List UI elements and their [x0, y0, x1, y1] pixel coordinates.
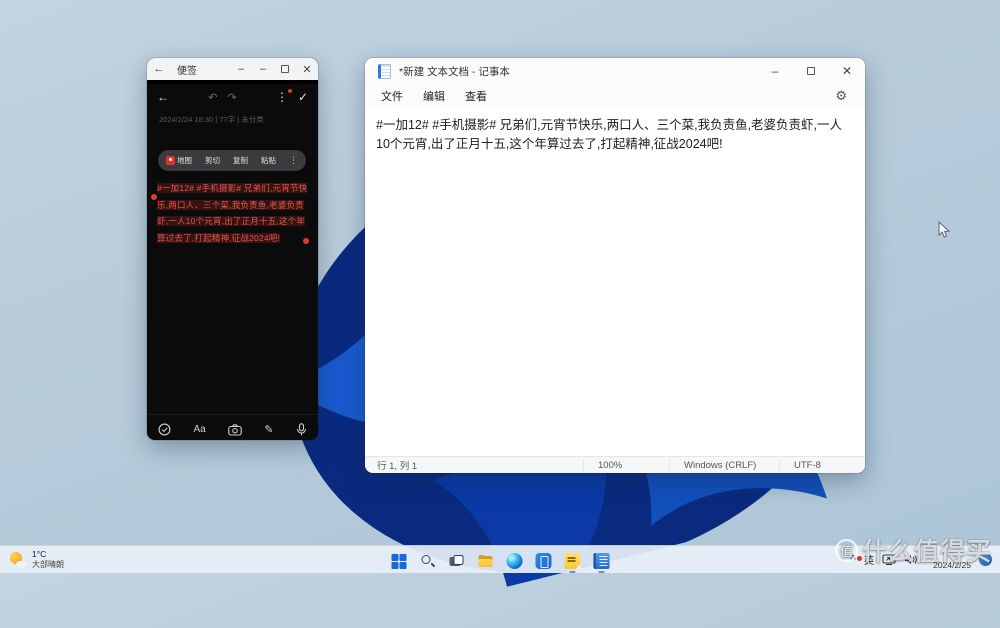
file-explorer-button[interactable]: [473, 549, 499, 573]
taskbar-center-icons: [386, 546, 615, 573]
zoom-level[interactable]: 100%: [583, 459, 669, 471]
notepad-window: *新建 文本文档 - 记事本 – ✕ 文件 编辑 查看 ⚙ #一加12# #手机…: [365, 58, 865, 473]
start-icon: [391, 553, 406, 569]
phone-screen: ← ↶ ↷ ⋮ ✓ 2024/2/24 18:30 | 77字 | 未分类 地图…: [147, 84, 318, 440]
notepad-menubar: 文件 编辑 查看 ⚙: [365, 84, 865, 108]
note-editor-appbar: ← ↶ ↷ ⋮ ✓: [147, 84, 318, 110]
notepad-journal-icon: [593, 553, 610, 569]
doodle-pen-icon[interactable]: ✎: [264, 423, 273, 436]
note-bottom-toolbar: Aa ✎: [147, 414, 318, 440]
notepad-titlebar: *新建 文本文档 - 记事本 – ✕: [365, 58, 865, 84]
minimize-button[interactable]: –: [757, 58, 793, 84]
task-view-button[interactable]: [444, 549, 470, 573]
text-format-icon[interactable]: Aa: [193, 424, 205, 435]
voice-mic-icon[interactable]: [296, 423, 307, 436]
weather-temperature: 1°C: [32, 549, 47, 560]
text-selection-menu: 地图 剪切 复制 粘贴 ⋮: [158, 150, 306, 171]
edge-icon: [506, 553, 523, 569]
weather-sun-cloud-icon: [10, 551, 28, 568]
notepad-statusbar: 行 1, 列 1 100% Windows (CRLF) UTF-8: [365, 456, 865, 473]
more-menu-icon[interactable]: ⋮: [276, 89, 292, 104]
minimize-button[interactable]: –: [252, 58, 274, 80]
note-text[interactable]: #一加12# #手机摄影# 兄弟们,元宵节快乐,两口人、三个菜,我负责鱼,老婆负…: [157, 180, 309, 246]
phone-window-titlebar: ← 便签 – – ✕: [147, 58, 318, 80]
selection-menu-paste[interactable]: 粘贴: [261, 155, 276, 166]
sticky-notes-button[interactable]: [560, 549, 586, 573]
selection-menu-copy[interactable]: 复制: [233, 155, 248, 166]
selection-menu-more-icon[interactable]: ⋮: [289, 155, 298, 166]
weather-condition: 大部晴朗: [32, 559, 64, 569]
map-app-icon: [166, 156, 175, 165]
notepad-content: #一加12# #手机摄影# 兄弟们,元宵节快乐,两口人、三个菜,我负责鱼,老婆负…: [376, 118, 843, 151]
maximize-button[interactable]: [793, 58, 829, 84]
sticky-notes-icon: [564, 553, 581, 569]
window-back-icon[interactable]: ←: [147, 63, 171, 75]
camera-icon[interactable]: [228, 423, 242, 436]
close-button[interactable]: ✕: [296, 58, 318, 80]
desktop: { "wallpaper": { "base_color": "#b7cbda"…: [0, 0, 1000, 628]
selection-handle-end[interactable]: [303, 238, 309, 244]
note-back-icon[interactable]: ←: [157, 90, 169, 104]
notepad-title: *新建 文本文档 - 记事本: [399, 65, 510, 78]
watermark-logo: 值: [834, 538, 858, 562]
collapse-button[interactable]: –: [230, 58, 252, 80]
menu-view[interactable]: 查看: [455, 85, 497, 107]
watermark-text: 什么值得买: [861, 538, 992, 566]
selection-menu-cut[interactable]: 剪切: [205, 155, 220, 166]
line-ending: Windows (CRLF): [669, 459, 779, 471]
maximize-icon: [281, 65, 289, 73]
menu-edit[interactable]: 编辑: [413, 85, 455, 107]
menu-file[interactable]: 文件: [371, 85, 413, 107]
notepad-taskbar-button[interactable]: [589, 549, 615, 573]
search-button[interactable]: [415, 549, 441, 573]
search-icon: [420, 553, 436, 569]
close-button[interactable]: ✕: [829, 58, 865, 84]
selection-menu-map[interactable]: 地图: [166, 155, 192, 166]
notepad-app-icon: [378, 63, 391, 79]
note-meta-line: 2024/2/24 18:30 | 77字 | 未分类: [159, 115, 264, 124]
phone-link-icon: [535, 553, 552, 569]
file-explorer-icon: [478, 553, 494, 569]
todo-check-icon[interactable]: [158, 423, 171, 436]
phone-mirror-window: ← 便签 – – ✕ ← ↶ ↷ ⋮ ✓ 2024/2/24 18:30 | 7…: [147, 58, 318, 440]
confirm-check-icon[interactable]: ✓: [298, 90, 308, 104]
phone-link-button[interactable]: [531, 549, 557, 573]
notepad-text-area[interactable]: #一加12# #手机摄影# 兄弟们,元宵节快乐,两口人、三个菜,我负责鱼,老婆负…: [365, 108, 865, 456]
notification-dot: [287, 89, 292, 93]
watermark: 值 什么值得买: [834, 532, 992, 568]
selection-handle-start[interactable]: [151, 194, 157, 200]
redo-icon[interactable]: ↷: [227, 91, 236, 104]
settings-gear-icon[interactable]: ⚙: [835, 88, 859, 104]
maximize-icon: [807, 67, 815, 75]
start-button[interactable]: [386, 549, 412, 573]
maximize-button[interactable]: [274, 58, 296, 80]
phone-window-title: 便签: [177, 65, 197, 77]
weather-widget[interactable]: 1°C 大部晴朗: [0, 549, 150, 569]
cursor-position: 行 1, 列 1: [377, 461, 418, 472]
undo-icon[interactable]: ↶: [208, 91, 217, 104]
encoding: UTF-8: [779, 459, 865, 471]
edge-button[interactable]: [502, 549, 528, 573]
task-view-icon: [449, 553, 465, 569]
mouse-cursor: [938, 221, 951, 238]
